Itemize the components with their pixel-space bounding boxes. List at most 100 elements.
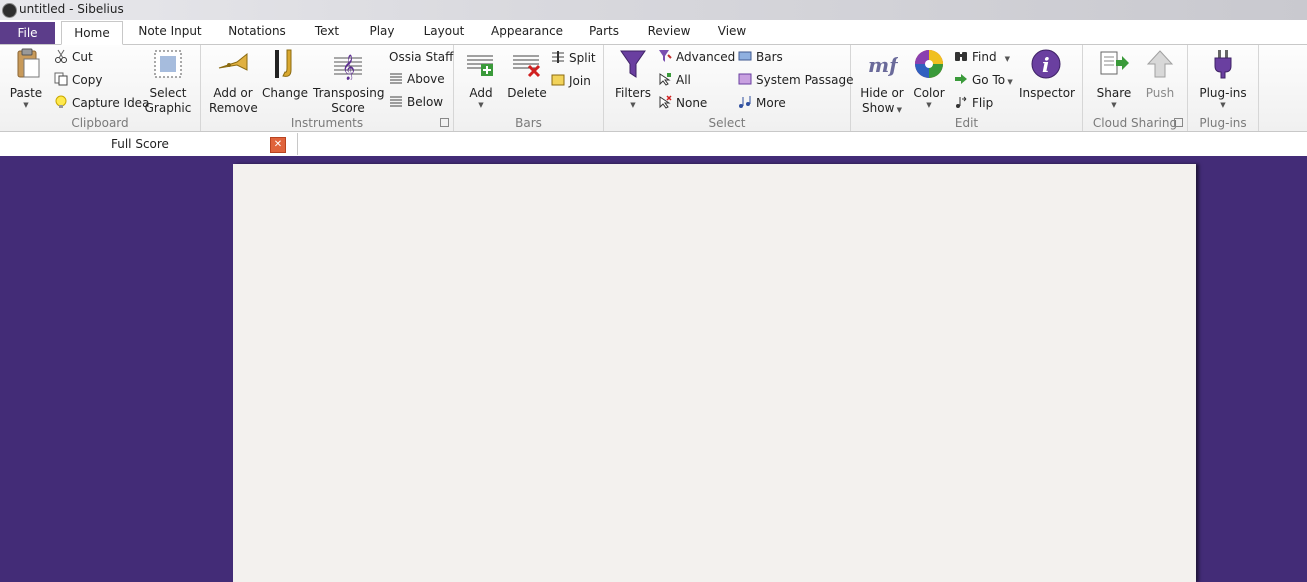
bars-select-icon: [738, 49, 752, 63]
group-edit: mf Hide or Show ▼ Color ▼ Find ▼ Go To ▼ …: [851, 45, 1083, 131]
capture-idea-label: Capture Idea: [72, 96, 150, 110]
above-label: Above: [407, 72, 445, 86]
split-bar-button[interactable]: Split: [551, 49, 596, 67]
svg-text:𝄞: 𝄞: [342, 54, 355, 80]
tab-note-input[interactable]: Note Input: [138, 24, 202, 42]
tab-appearance[interactable]: Appearance: [491, 24, 563, 42]
capture-idea-button[interactable]: Capture Idea: [54, 94, 149, 112]
chevron-down-icon: ▼: [630, 101, 636, 109]
transposing-label-2: Score: [331, 101, 365, 115]
document-tab-full-score[interactable]: Full Score ✕: [0, 133, 298, 155]
color-button[interactable]: Color ▼: [909, 48, 949, 109]
chevron-down-icon: ▼: [926, 101, 932, 109]
scissors-icon: [54, 49, 68, 63]
title-bar: untitled - Sibelius: [0, 0, 1307, 20]
close-icon[interactable]: ✕: [270, 137, 286, 153]
treble-clef-icon: 𝄞: [332, 48, 364, 80]
ribbon: Paste ▼ Cut Copy Capture Idea Select Gra…: [0, 45, 1307, 132]
ossia-above-button[interactable]: Above: [389, 70, 445, 88]
ossia-staff-label: Ossia Staff: [389, 50, 454, 64]
join-bar-button[interactable]: Join: [551, 72, 591, 90]
hide-show-label-1: Hide or: [860, 86, 904, 100]
select-none-icon: [658, 95, 672, 109]
push-label: Push: [1145, 86, 1175, 100]
select-graphic-label-2: Graphic: [144, 101, 192, 115]
change-label: Change: [262, 86, 308, 100]
select-graphic-icon: [152, 48, 184, 80]
delete-bar-button[interactable]: Delete: [506, 48, 548, 101]
inspector-label: Inspector: [1019, 86, 1075, 100]
bars-label: Bars: [756, 50, 783, 64]
copy-button[interactable]: Copy: [54, 71, 102, 89]
select-advanced-button[interactable]: Advanced: [658, 48, 735, 66]
staff-above-icon: [389, 71, 403, 85]
group-select: Filters ▼ Advanced All None Bars System …: [604, 45, 853, 131]
none-label: None: [676, 96, 708, 110]
paste-label: Paste: [9, 86, 43, 100]
share-button[interactable]: Share ▼: [1091, 48, 1137, 109]
score-workspace[interactable]: [0, 156, 1307, 582]
go-to-button[interactable]: Go To ▼: [954, 71, 1013, 89]
tab-review[interactable]: Review: [647, 24, 691, 42]
hide-show-button[interactable]: mf Hide or Show ▼: [859, 48, 905, 118]
document-tab-bar: Full Score ✕: [0, 132, 1307, 156]
system-passage-icon: [738, 72, 752, 86]
group-instruments: Add or Remove Change 𝄞 Transposing Score…: [201, 45, 454, 131]
chevron-down-icon: ▼: [1220, 101, 1226, 109]
ossia-below-button[interactable]: Below: [389, 93, 443, 111]
select-more-button[interactable]: More: [738, 94, 786, 112]
hide-show-label-2: Show: [862, 101, 895, 115]
all-label: All: [676, 73, 691, 87]
join-icon: [551, 73, 565, 87]
find-button[interactable]: Find ▼: [954, 48, 1010, 66]
chevron-down-icon: ▼: [1004, 55, 1010, 63]
select-all-button[interactable]: All: [658, 71, 691, 89]
group-cloud-sharing: Share ▼ Push Cloud Sharing: [1083, 45, 1188, 131]
instruments-dialog-launcher[interactable]: [440, 118, 449, 127]
chevron-down-icon: ▼: [478, 101, 484, 109]
info-icon: i: [1030, 48, 1062, 80]
add-bar-button[interactable]: Add ▼: [462, 48, 500, 109]
group-clipboard: Paste ▼ Cut Copy Capture Idea Select Gra…: [0, 45, 201, 131]
tab-notations[interactable]: Notations: [227, 24, 287, 42]
chevron-down-icon: ▼: [1005, 78, 1013, 86]
bars-group-label: Bars: [515, 116, 542, 130]
paste-button[interactable]: Paste ▼: [5, 48, 47, 109]
tab-play[interactable]: Play: [367, 24, 397, 42]
push-button[interactable]: Push: [1139, 48, 1181, 101]
paste-icon: [10, 48, 42, 80]
cloud-sharing-dialog-launcher[interactable]: [1174, 118, 1183, 127]
select-system-passage-button[interactable]: System Passage: [738, 71, 853, 89]
sibelius-app-icon[interactable]: [2, 3, 17, 18]
flip-icon: [954, 95, 968, 109]
share-label: Share: [1096, 86, 1132, 100]
saxophone-icon: [269, 48, 301, 80]
add-remove-instruments-button[interactable]: Add or Remove: [209, 48, 258, 116]
change-instrument-button[interactable]: Change: [262, 48, 308, 101]
select-none-button[interactable]: None: [658, 94, 707, 112]
cut-button[interactable]: Cut: [54, 48, 93, 66]
group-bars: Add ▼ Delete Split Join Bars: [454, 45, 604, 131]
filters-button[interactable]: Filters ▼: [612, 48, 654, 109]
tab-parts[interactable]: Parts: [587, 24, 621, 42]
inspector-button[interactable]: i Inspector: [1019, 48, 1075, 101]
tab-view[interactable]: View: [716, 24, 748, 42]
transposing-score-button[interactable]: 𝄞 Transposing Score: [313, 48, 384, 116]
tab-layout[interactable]: Layout: [422, 24, 466, 42]
tab-home[interactable]: Home: [61, 21, 123, 45]
flip-label: Flip: [972, 96, 994, 110]
tab-text[interactable]: Text: [313, 24, 341, 42]
svg-text:i: i: [1042, 53, 1050, 77]
chevron-down-icon: ▼: [1111, 101, 1117, 109]
cloud-sharing-group-label: Cloud Sharing: [1092, 116, 1178, 130]
add-remove-label-1: Add or: [213, 86, 253, 100]
select-graphic-button[interactable]: Select Graphic: [144, 48, 192, 116]
score-page[interactable]: [233, 164, 1196, 582]
flip-button[interactable]: Flip: [954, 94, 993, 112]
select-bars-button[interactable]: Bars: [738, 48, 783, 66]
plugins-button[interactable]: Plug-ins ▼: [1198, 48, 1248, 109]
join-label: Join: [569, 74, 591, 88]
tab-file[interactable]: File: [0, 22, 55, 44]
binoculars-icon: [954, 49, 968, 63]
clipboard-group-label: Clipboard: [71, 116, 129, 130]
